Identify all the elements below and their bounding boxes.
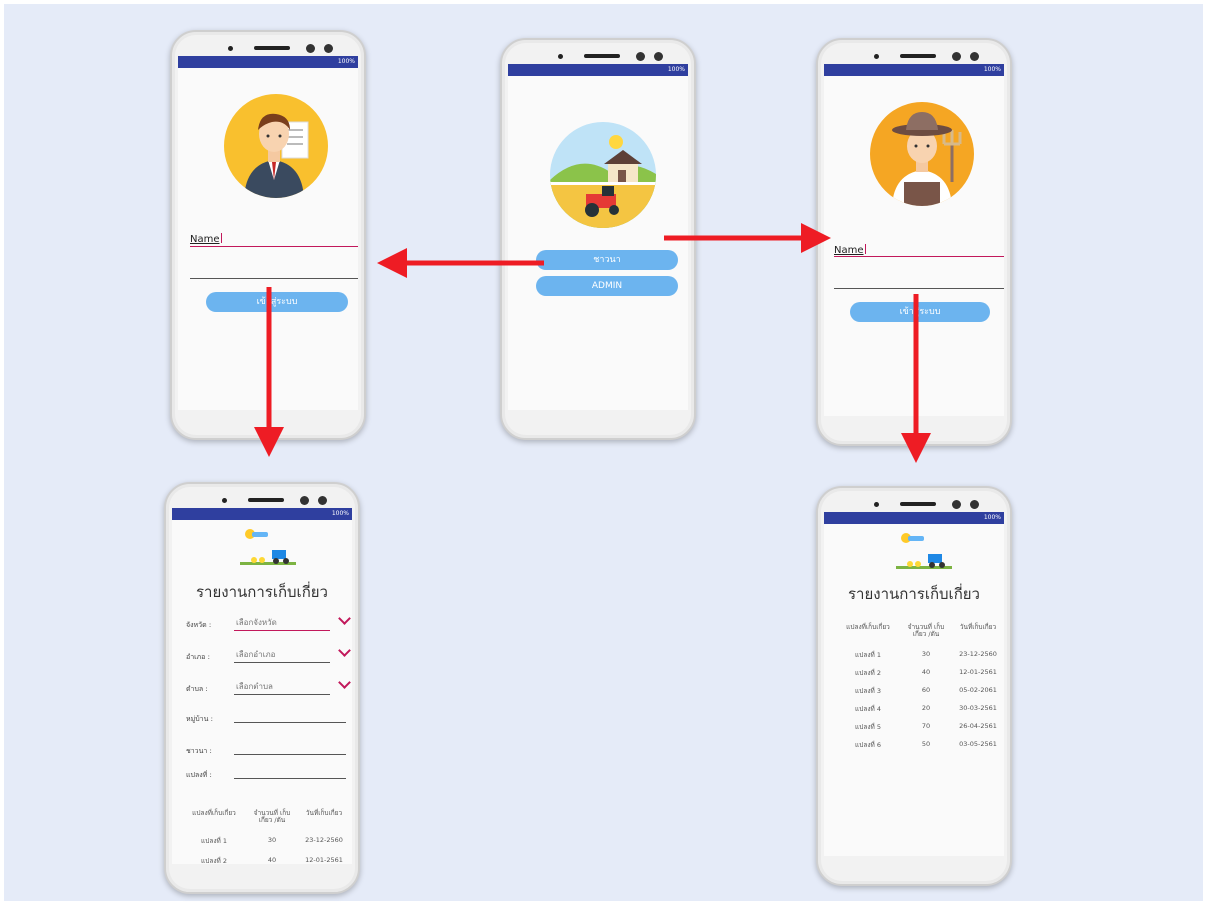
flow-arrows [254,223,931,463]
storyboard-canvas: 100% Name เข้าสู่ระบบ 100% ชาวนา ADMIN 1… [4,4,1203,901]
